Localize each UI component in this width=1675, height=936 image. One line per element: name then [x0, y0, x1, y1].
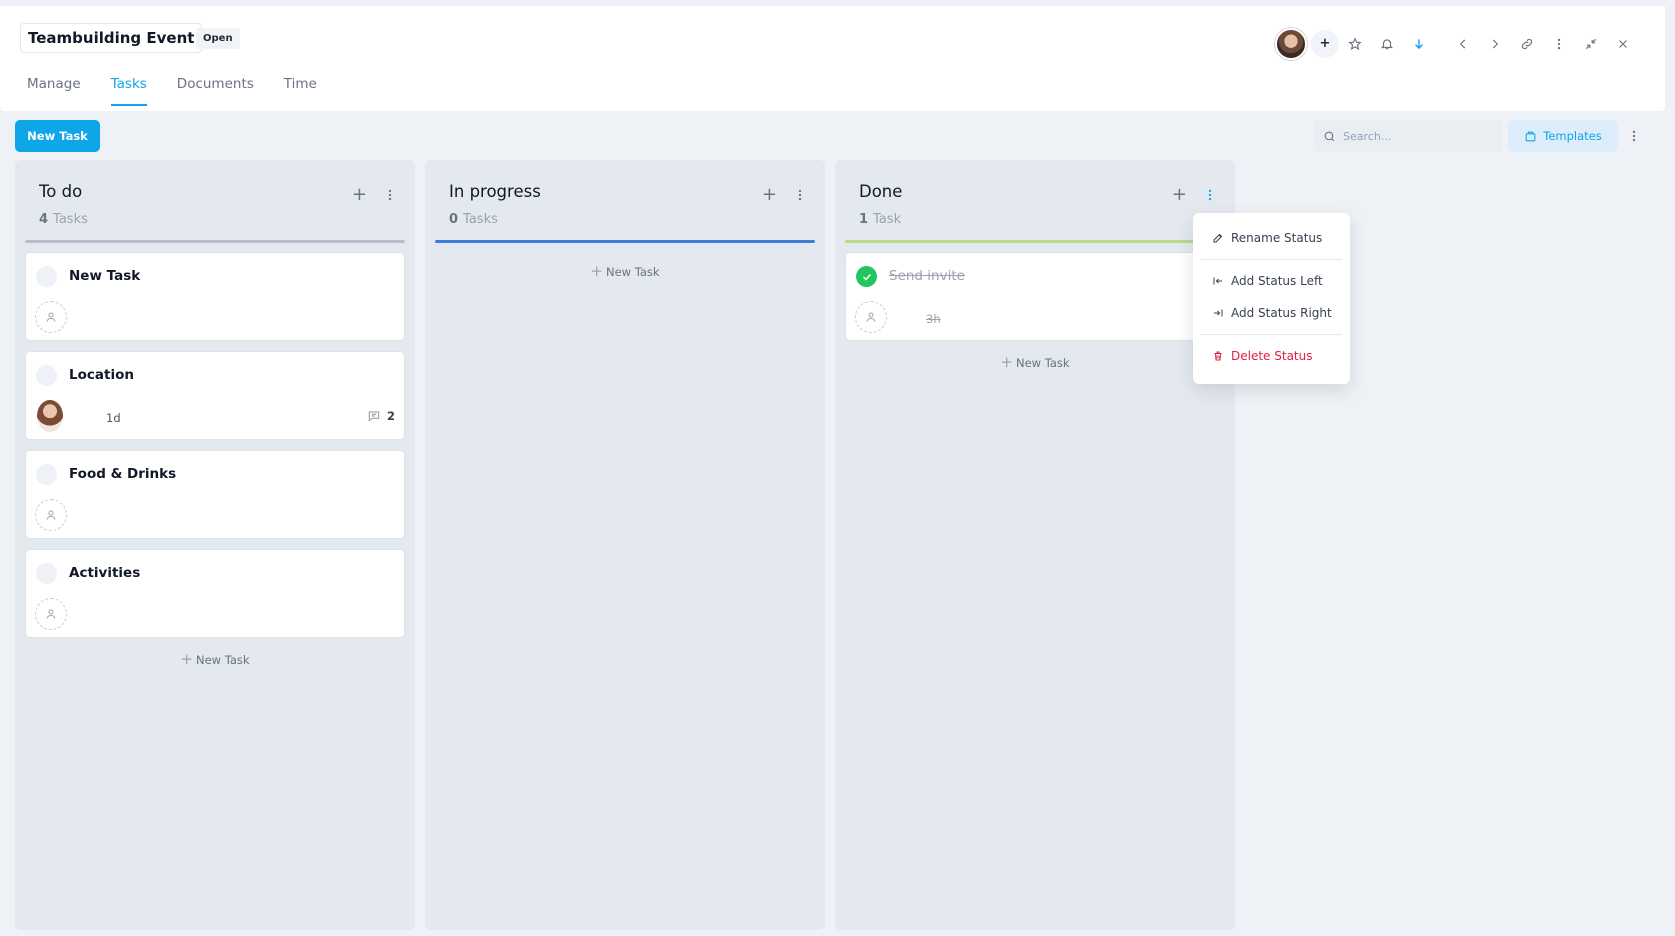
task-title: Activities — [69, 565, 141, 581]
tab-manage[interactable]: Manage — [27, 76, 81, 106]
check-icon — [862, 273, 871, 281]
assignee-placeholder[interactable] — [855, 301, 887, 333]
column-in-progress: In progress 0 Tasks + + New Task — [425, 160, 825, 930]
assignee-placeholder[interactable] — [35, 499, 67, 531]
templates-button[interactable]: Templates — [1508, 120, 1618, 152]
status-menu: Rename Status Add Status Left Add Status… — [1193, 213, 1350, 384]
tab-documents[interactable]: Documents — [177, 76, 254, 106]
complete-checkbox[interactable] — [856, 266, 877, 287]
column-divider — [845, 240, 1225, 243]
task-duration: 3h — [926, 312, 941, 326]
arrow-left-bar-icon — [1213, 277, 1222, 285]
project-title[interactable]: Teambuilding Event — [20, 23, 203, 53]
column-more-icon[interactable] — [793, 184, 807, 206]
task-card[interactable]: Food & Drinks — [25, 450, 405, 539]
card-list: New Task Location 1d 2 Food & Drinks Act… — [25, 252, 405, 668]
chevron-right-icon[interactable] — [1479, 28, 1511, 60]
user-icon — [46, 609, 56, 619]
trash-icon — [1214, 351, 1222, 361]
comments-count[interactable]: 2 — [367, 409, 395, 423]
menu-divider — [1201, 259, 1342, 260]
task-card[interactable]: New Task — [25, 252, 405, 341]
column-header: In progress 0 Tasks + — [425, 160, 825, 244]
complete-checkbox[interactable] — [36, 464, 57, 485]
task-count: 0 Tasks — [449, 212, 498, 227]
rename-status-item[interactable]: Rename Status — [1193, 225, 1350, 251]
more-vertical-icon[interactable] — [1543, 28, 1575, 60]
tab-time[interactable]: Time — [284, 76, 317, 106]
add-task-icon[interactable]: + — [762, 184, 777, 205]
column-divider — [435, 240, 815, 243]
add-task-icon[interactable]: + — [352, 184, 367, 205]
plus-icon: + — [180, 650, 193, 668]
close-icon[interactable] — [1607, 28, 1639, 60]
complete-checkbox[interactable] — [36, 563, 57, 584]
delete-status-item[interactable]: Delete Status — [1193, 343, 1350, 369]
task-count: 1 Task — [859, 212, 902, 227]
tab-bar: Manage Tasks Documents Time — [27, 76, 317, 106]
chevron-left-icon[interactable] — [1447, 28, 1479, 60]
task-card[interactable]: Activities — [25, 549, 405, 638]
plus-icon: + — [1000, 353, 1013, 371]
link-icon[interactable] — [1511, 28, 1543, 60]
task-duration: 1d — [106, 411, 121, 425]
comment-icon — [368, 411, 380, 422]
task-header: Teambuilding Event Open Manage Tasks Doc… — [0, 6, 1665, 111]
collapse-icon[interactable] — [1575, 28, 1607, 60]
pencil-icon — [1213, 233, 1223, 243]
assignee-avatar[interactable] — [37, 400, 63, 432]
task-title: New Task — [69, 268, 141, 284]
user-icon — [46, 510, 56, 520]
add-status-right-item[interactable]: Add Status Right — [1193, 300, 1350, 326]
column-title[interactable]: Done — [859, 182, 1211, 201]
task-title: Send invite — [889, 268, 965, 284]
add-task-link[interactable]: + New Task — [25, 650, 405, 668]
assignee-placeholder[interactable] — [35, 598, 67, 630]
header-actions: + — [1275, 28, 1639, 60]
templates-label: Templates — [1543, 129, 1602, 143]
complete-checkbox[interactable] — [36, 365, 57, 386]
column-todo: To do 4 Tasks + New Task Location 1d 2 F… — [15, 160, 415, 930]
complete-checkbox[interactable] — [36, 266, 57, 287]
user-icon — [866, 312, 876, 322]
menu-divider — [1201, 334, 1342, 335]
add-task-icon[interactable]: + — [1172, 184, 1187, 205]
column-header: To do 4 Tasks + — [15, 160, 415, 244]
task-count: 4 Tasks — [39, 212, 88, 227]
add-task-link[interactable]: + New Task — [435, 262, 815, 280]
column-more-icon[interactable] — [383, 184, 397, 206]
star-icon[interactable] — [1339, 28, 1371, 60]
search-icon — [1324, 131, 1335, 141]
column-title[interactable]: In progress — [449, 182, 801, 201]
column-title[interactable]: To do — [39, 182, 391, 201]
avatar[interactable] — [1275, 28, 1307, 60]
task-card[interactable]: Send invite 3h — [845, 252, 1225, 341]
arrow-right-bar-icon — [1214, 309, 1223, 317]
plus-icon: + — [590, 262, 603, 280]
add-member-button[interactable]: + — [1311, 30, 1339, 58]
task-card[interactable]: Location 1d 2 — [25, 351, 405, 440]
card-list: + New Task — [435, 252, 815, 280]
user-icon — [46, 312, 56, 322]
tab-tasks[interactable]: Tasks — [110, 76, 147, 106]
assignee-placeholder[interactable] — [35, 301, 67, 333]
task-title: Location — [69, 367, 134, 383]
column-header: Done 1 Task + — [835, 160, 1235, 244]
template-icon — [1525, 131, 1536, 141]
column-done: Done 1 Task + Send invite 3h + New Task — [835, 160, 1235, 930]
column-more-icon[interactable] — [1203, 184, 1217, 206]
search-box[interactable] — [1313, 120, 1502, 152]
new-task-button[interactable]: New Task — [15, 120, 100, 152]
add-status-left-item[interactable]: Add Status Left — [1193, 268, 1350, 294]
card-list: Send invite 3h + New Task — [845, 252, 1225, 371]
column-divider — [25, 240, 405, 243]
bell-icon[interactable] — [1371, 28, 1403, 60]
arrow-down-icon[interactable] — [1403, 28, 1435, 60]
task-title: Food & Drinks — [69, 466, 177, 482]
toolbar-more-icon[interactable] — [1624, 120, 1644, 152]
status-badge[interactable]: Open — [196, 28, 240, 49]
search-input[interactable] — [1343, 129, 1493, 143]
add-task-link[interactable]: + New Task — [845, 353, 1225, 371]
